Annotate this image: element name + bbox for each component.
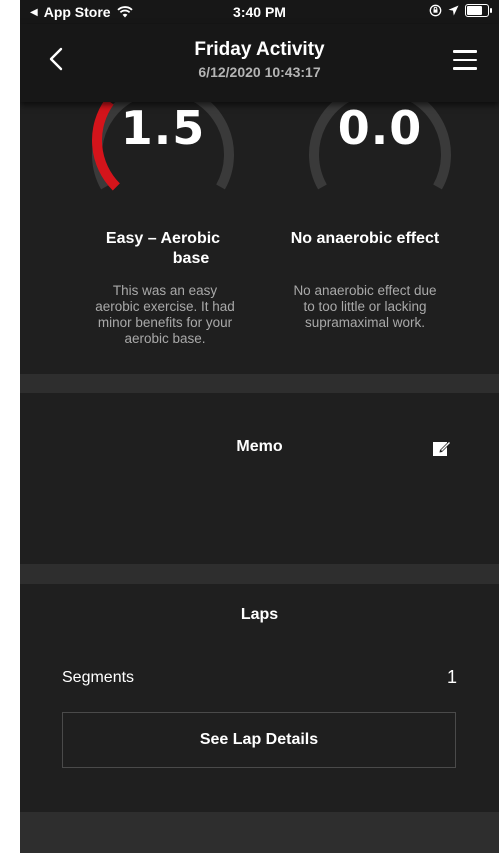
aerobic-desc-line: aerobic exercise. It had xyxy=(95,299,235,314)
aerobic-desc-line: aerobic base. xyxy=(124,331,206,346)
aerobic-title-line2: base xyxy=(172,250,210,267)
activity-screen: ◀ App Store 3:40 PM Friday Activity 6/12… xyxy=(20,0,499,853)
page-title: Friday Activity xyxy=(194,39,325,60)
navigation-bar: Friday Activity 6/12/2020 10:43:17 xyxy=(20,24,499,102)
anaerobic-effect-description: No anaerobic effect due to too little or… xyxy=(265,283,465,331)
edit-note-icon[interactable] xyxy=(432,438,452,458)
battery-fill xyxy=(467,6,483,15)
anaerobic-value: 0.0 xyxy=(337,101,423,155)
laps-title: Laps xyxy=(240,606,279,623)
aerobic-title-line1: Easy – Aerobic xyxy=(105,230,221,247)
section-divider xyxy=(20,812,499,853)
hamburger-menu-icon[interactable] xyxy=(453,50,477,70)
memo-title: Memo xyxy=(236,438,283,455)
aerobic-desc-line: This was an easy xyxy=(112,283,218,298)
training-effect-section: 1.5 0.0 Easy – Aerobic base No anaerobic… xyxy=(20,83,499,374)
aerobic-effect-title: Easy – Aerobic base xyxy=(88,229,238,269)
section-divider xyxy=(20,564,499,584)
rotation-lock-icon xyxy=(429,4,442,17)
battery-icon xyxy=(465,4,492,17)
anaerobic-desc-line: to too little or lacking xyxy=(303,299,427,314)
memo-section xyxy=(20,393,499,564)
segments-label: Segments xyxy=(62,669,135,686)
section-divider xyxy=(20,374,499,393)
status-bar: ◀ App Store 3:40 PM xyxy=(20,0,499,24)
see-lap-details-button[interactable]: See Lap Details xyxy=(62,712,456,768)
location-arrow-icon xyxy=(448,5,459,16)
aerobic-desc-line: minor benefits for your xyxy=(97,315,233,330)
status-time: 3:40 PM xyxy=(233,4,286,20)
status-icons xyxy=(429,4,492,17)
activity-datetime: 6/12/2020 10:43:17 xyxy=(198,64,321,80)
aerobic-effect-description: This was an easy aerobic exercise. It ha… xyxy=(55,283,275,347)
anaerobic-desc-line: supramaximal work. xyxy=(304,315,426,330)
segments-count: 1 xyxy=(446,667,457,687)
aerobic-value: 1.5 xyxy=(120,101,206,155)
anaerobic-desc-line: No anaerobic effect due xyxy=(293,283,437,298)
anaerobic-effect-title: No anaerobic effect xyxy=(290,230,440,247)
